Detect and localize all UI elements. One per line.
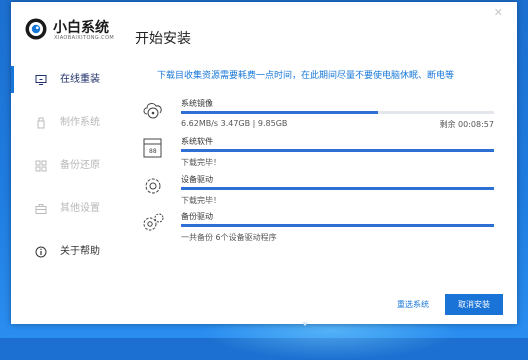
cancel-install-button[interactable]: 取消安装 [445,294,503,315]
gears-icon [143,213,164,231]
progress-fill [181,149,494,152]
task-system-image: 系统镜像 6.62MB/s 3.47GB | 9.85GB 剩余 00:08:5… [141,98,497,134]
progress-bar [181,187,494,190]
briefcase-icon [35,204,47,214]
task-status: 下载完毕！ [181,158,221,167]
sidebar: 在线重装 制作系统 备份还原 其他设置 关于帮助 [11,58,117,273]
progress-fill [181,111,379,114]
reselect-system-button[interactable]: 重选系统 [397,299,429,310]
disc-cloud-icon [143,103,162,119]
sidebar-item-label: 在线重装 [60,74,100,85]
brand-subtitle: XIAOBAIXITONG.COM [54,35,115,41]
progress-fill [181,224,494,227]
task-name: 备份驱动 [181,212,213,221]
task-status: 6.62MB/s 3.47GB | 9.85GB [181,119,288,128]
sidebar-item-label: 其他设置 [60,203,100,214]
progress-fill [181,187,494,190]
page-title: 开始安装 [135,31,191,47]
progress-bar [181,149,494,152]
task-status: 下载完毕！ [181,196,221,205]
download-notice: 下载目收集资源需要耗费一点时间，在此期间尽量不要使电脑休眠、断电等 [157,71,455,81]
task-system-software: 88 系统软件 下载完毕！ [141,136,497,172]
sidebar-item-label: 关于帮助 [60,246,100,257]
brand-name: 小白系统 [53,20,109,36]
progress-bar [181,111,494,114]
task-backup-driver: 备份驱动 一共备份 6个设备驱动程序 [141,211,497,247]
progress-bar [181,224,494,227]
task-name: 系统软件 [181,137,213,146]
task-name: 设备驱动 [181,175,213,184]
sidebar-item-other-settings[interactable]: 其他设置 [11,187,117,230]
gear-icon [145,178,161,194]
sidebar-item-backup-restore[interactable]: 备份还原 [11,144,117,187]
logo-icon [25,18,47,40]
usb-drive-icon [37,117,45,129]
sidebar-item-about-help[interactable]: 关于帮助 [11,230,117,273]
task-status: 一共备份 6个设备驱动程序 [181,233,277,242]
monitor-icon [35,75,47,85]
info-icon [35,246,47,258]
sidebar-item-online-reinstall[interactable]: 在线重装 [11,58,117,101]
sidebar-item-label: 制作系统 [60,117,100,128]
software-package-icon: 88 [143,138,162,158]
sidebar-item-make-system[interactable]: 制作系统 [11,101,117,144]
dropdown-caret-icon [302,322,308,326]
grid-icon [35,160,47,172]
task-name: 系统镜像 [181,99,213,108]
task-remaining: 剩余 00:08:57 [439,120,494,129]
close-icon[interactable]: ✕ [494,6,503,19]
svg-text:88: 88 [149,148,157,155]
sidebar-item-label: 备份还原 [60,160,100,171]
task-device-driver: 设备驱动 下载完毕！ [141,174,497,210]
installer-window: ✕ 小白系统 XIAOBAIXITONG.COM 开始安装 在线重装 制作系统 [11,2,517,324]
